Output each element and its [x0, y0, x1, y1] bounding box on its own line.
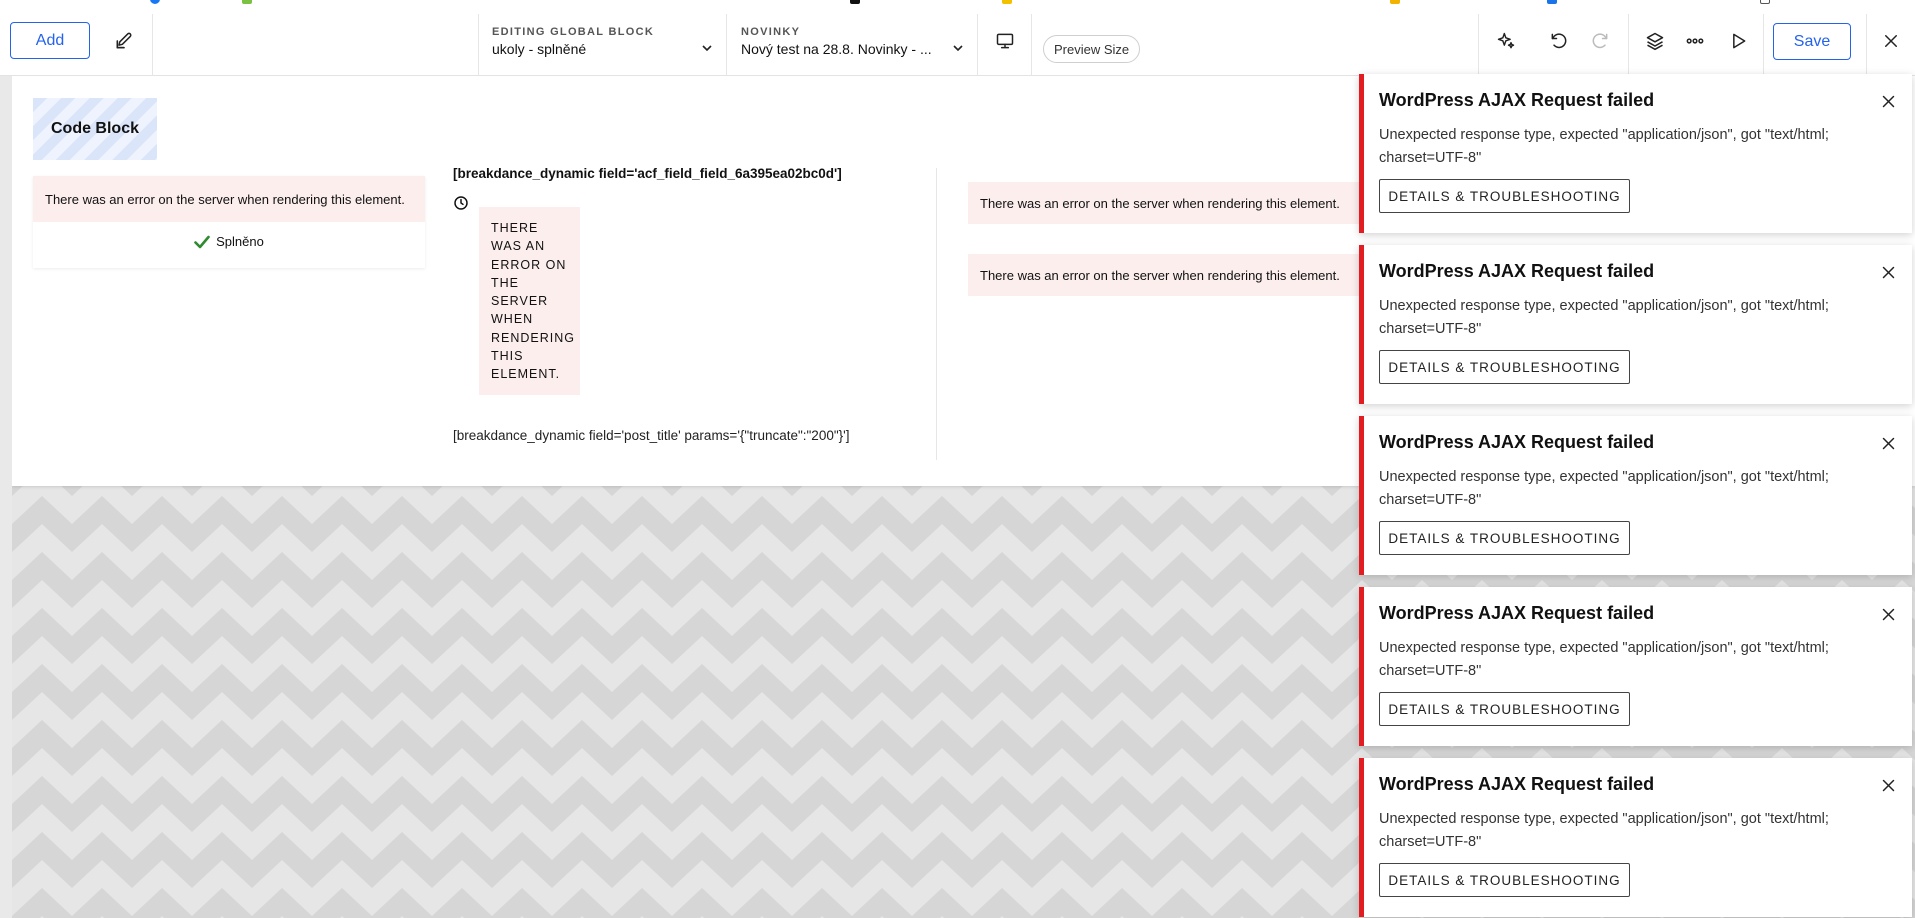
- render-error-message: There was an error on the server when re…: [968, 254, 1378, 296]
- notification-message: Unexpected response type, expected "appl…: [1379, 469, 1829, 508]
- more-options-button[interactable]: [1677, 23, 1713, 59]
- post-dropdown[interactable]: NOVINKY Nový test na 28.8. Novinky - ...: [727, 14, 977, 76]
- toolbar-divider: [1628, 14, 1629, 76]
- preview-size-button[interactable]: Preview Size: [1043, 35, 1141, 63]
- notification-title: WordPress AJAX Request failed: [1379, 261, 1655, 281]
- editing-label: EDITING GLOBAL BLOCK: [492, 26, 655, 38]
- details-troubleshooting-button[interactable]: DETAILS & TROUBLESHOOTING: [1379, 521, 1630, 555]
- toolbar-divider: [977, 14, 978, 76]
- add-button[interactable]: Add: [10, 22, 90, 59]
- notification-message: Unexpected response type, expected "appl…: [1379, 640, 1829, 679]
- render-error-message: There was an error on the server when re…: [33, 176, 425, 222]
- status-label: Splněno: [216, 234, 264, 249]
- notification-message: Unexpected response type, expected "appl…: [1379, 127, 1829, 166]
- close-icon: [1882, 608, 1894, 620]
- details-troubleshooting-button[interactable]: DETAILS & TROUBLESHOOTING: [1379, 692, 1630, 726]
- clock-icon: [454, 196, 468, 210]
- task-card[interactable]: There was an error on the server when re…: [33, 176, 425, 268]
- render-error-message: THERE WAS AN ERROR ON THE SERVER WHEN RE…: [479, 207, 580, 395]
- play-icon: [1733, 33, 1746, 49]
- checkmark-icon: [194, 235, 210, 248]
- more-icon: [1686, 38, 1704, 44]
- details-troubleshooting-button[interactable]: DETAILS & TROUBLESHOOTING: [1379, 179, 1630, 213]
- close-icon: [1882, 95, 1894, 107]
- ai-assistant-button[interactable]: [1488, 23, 1524, 59]
- toolbar-divider: [1763, 14, 1764, 76]
- status-row: Splněno: [33, 234, 425, 249]
- undo-button[interactable]: [1541, 23, 1577, 59]
- undo-icon: [1551, 33, 1567, 49]
- chevron-down-icon: [702, 45, 712, 52]
- toolbar-divider: [1031, 14, 1032, 76]
- notification-message: Unexpected response type, expected "appl…: [1379, 811, 1829, 850]
- notification-title: WordPress AJAX Request failed: [1379, 774, 1655, 794]
- notification-close-button[interactable]: [1874, 258, 1902, 286]
- close-builder-button[interactable]: [1873, 23, 1909, 59]
- redo-icon: [1592, 33, 1608, 49]
- editing-global-block-dropdown[interactable]: EDITING GLOBAL BLOCK ukoly - splněné: [478, 14, 726, 76]
- close-icon: [1882, 779, 1894, 791]
- builder-toolbar: Add EDITING GLOBAL BLOCK ukoly - splněné…: [0, 7, 1915, 76]
- error-notification: WordPress AJAX Request failed Unexpected…: [1359, 416, 1912, 575]
- chevron-down-icon: [953, 45, 963, 52]
- error-notification: WordPress AJAX Request failed Unexpected…: [1359, 74, 1912, 233]
- desktop-icon: [996, 33, 1014, 49]
- error-notification: WordPress AJAX Request failed Unexpected…: [1359, 587, 1912, 746]
- edit-button[interactable]: [106, 23, 142, 59]
- redo-button[interactable]: [1582, 23, 1618, 59]
- edit-icon: [116, 32, 132, 49]
- notification-close-button[interactable]: [1874, 87, 1902, 115]
- browser-bookmarks-bar: [0, 0, 1915, 7]
- save-button[interactable]: Save: [1773, 23, 1851, 60]
- toolbar-divider: [152, 14, 153, 76]
- notification-close-button[interactable]: [1874, 771, 1902, 799]
- close-icon: [1882, 437, 1894, 449]
- preview-button[interactable]: [1720, 23, 1756, 59]
- column-divider: [936, 168, 937, 460]
- dynamic-post-title[interactable]: [breakdance_dynamic field='post_title' p…: [453, 428, 849, 443]
- notification-title: WordPress AJAX Request failed: [1379, 432, 1655, 452]
- notification-title: WordPress AJAX Request failed: [1379, 603, 1655, 623]
- bookmark-icon: [1760, 0, 1770, 4]
- structure-button[interactable]: [1637, 23, 1673, 59]
- editing-value: ukoly - splněné: [492, 41, 587, 57]
- ai-sparkle-icon: [1497, 32, 1515, 49]
- code-block-placeholder[interactable]: Code Block: [33, 98, 157, 160]
- details-troubleshooting-button[interactable]: DETAILS & TROUBLESHOOTING: [1379, 350, 1630, 384]
- close-icon: [1882, 266, 1894, 278]
- notification-close-button[interactable]: [1874, 429, 1902, 457]
- post-value: Nový test na 28.8. Novinky - ...: [741, 41, 931, 57]
- toolbar-divider: [1478, 14, 1479, 76]
- error-notification: WordPress AJAX Request failed Unexpected…: [1359, 245, 1912, 404]
- notification-close-button[interactable]: [1874, 600, 1902, 628]
- bookmark-icon: [1547, 0, 1557, 4]
- dynamic-field-title[interactable]: [breakdance_dynamic field='acf_field_fie…: [453, 166, 842, 181]
- toolbar-divider: [1866, 14, 1867, 76]
- notification-title: WordPress AJAX Request failed: [1379, 90, 1655, 110]
- close-icon: [1885, 35, 1897, 47]
- facebook-icon: [150, 0, 160, 4]
- bookmark-icon: [1390, 0, 1400, 4]
- device-preview-button[interactable]: [987, 23, 1023, 59]
- post-label: NOVINKY: [741, 26, 801, 38]
- notification-message: Unexpected response type, expected "appl…: [1379, 298, 1829, 337]
- render-error-message: There was an error on the server when re…: [968, 182, 1378, 224]
- error-notification: WordPress AJAX Request failed Unexpected…: [1359, 758, 1912, 917]
- bookmark-icon: [850, 0, 860, 4]
- details-troubleshooting-button[interactable]: DETAILS & TROUBLESHOOTING: [1379, 863, 1630, 897]
- bookmark-icon: [242, 0, 252, 4]
- layers-icon: [1646, 32, 1664, 51]
- bookmark-icon: [1002, 0, 1012, 4]
